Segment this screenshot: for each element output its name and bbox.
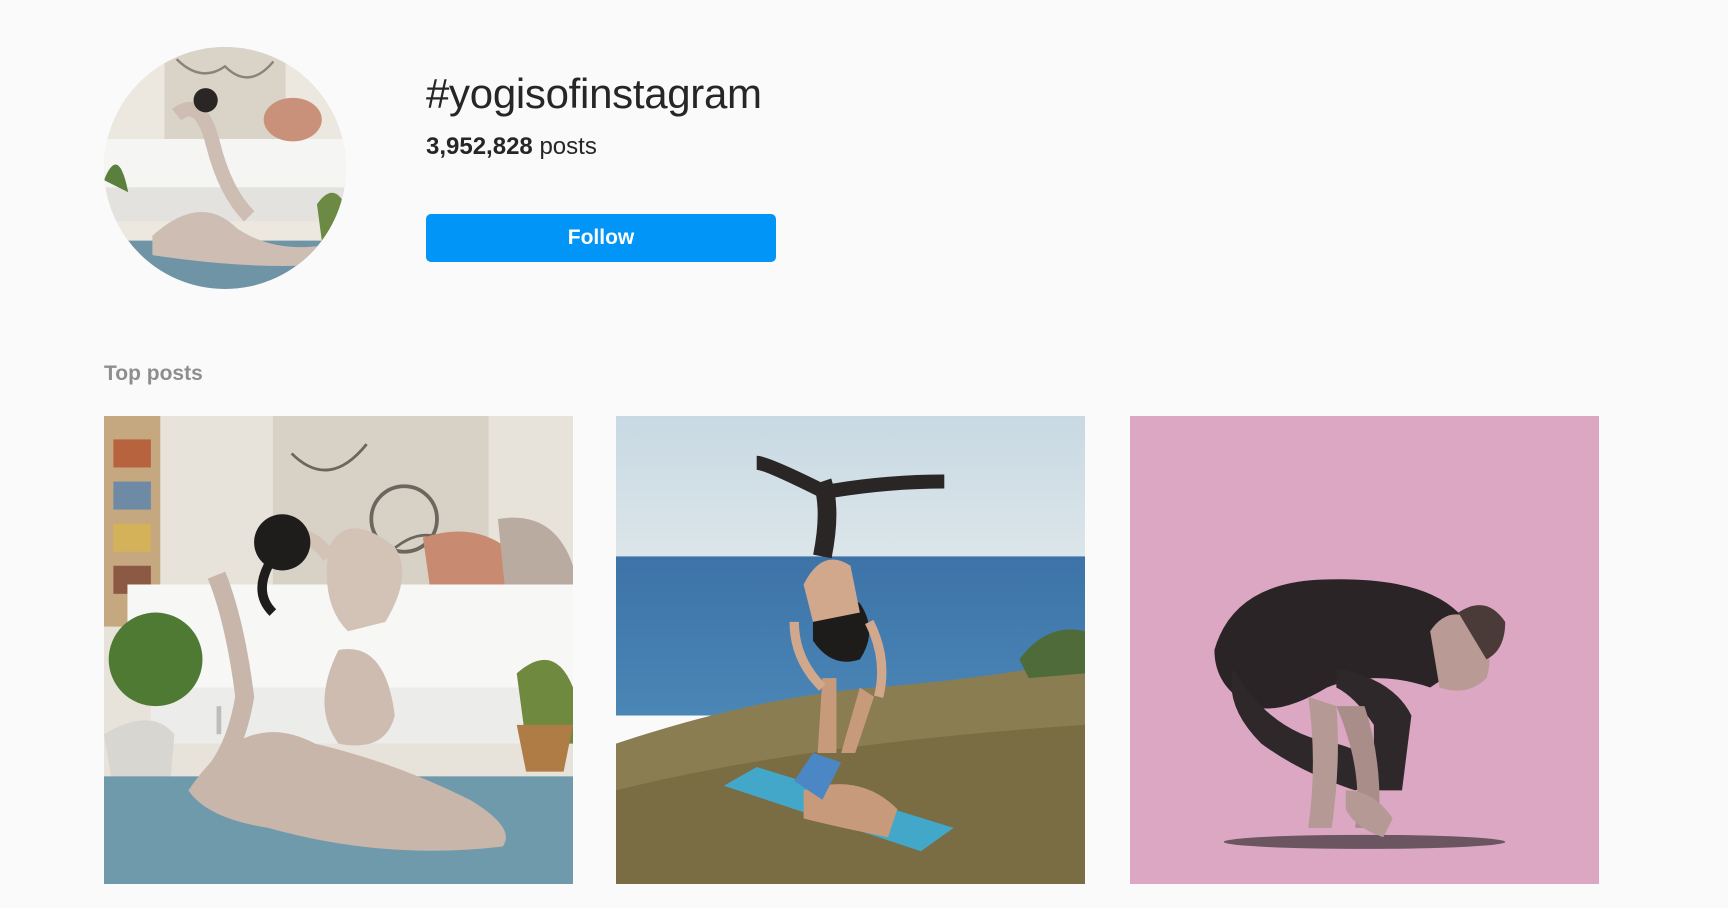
post-count: 3,952,828 posts [426, 133, 597, 161]
top-posts-grid [104, 416, 1600, 884]
post-image [104, 416, 573, 884]
hashtag-title: #yogisofinstagram [426, 70, 762, 117]
post-count-suffix: posts [539, 133, 597, 160]
post-image [1130, 416, 1599, 884]
top-posts-heading: Top posts [104, 362, 203, 385]
hashtag-page: #yogisofinstagram 3,952,828 posts Follow… [0, 0, 1728, 908]
hashtag-avatar [104, 47, 346, 289]
post-thumbnail[interactable] [104, 416, 573, 884]
follow-button[interactable]: Follow [426, 214, 776, 262]
post-image [616, 416, 1085, 884]
post-thumbnail[interactable] [1130, 416, 1599, 884]
post-thumbnail[interactable] [616, 416, 1085, 884]
post-count-number: 3,952,828 [426, 133, 533, 160]
